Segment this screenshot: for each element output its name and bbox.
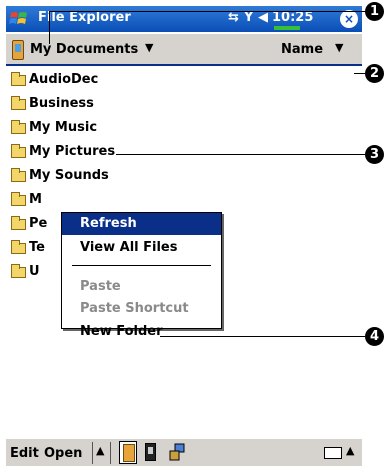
menu-item-label: View All Files	[80, 240, 178, 255]
folder-name: Business	[29, 96, 94, 111]
folder-name: M	[29, 192, 42, 207]
menu-item-label: Paste	[80, 279, 121, 294]
battery-icon	[274, 26, 300, 30]
callout-badge-2: 2	[365, 64, 384, 83]
menu-divider	[72, 265, 211, 266]
device-icon	[12, 40, 24, 60]
list-item[interactable]: My Music	[6, 116, 346, 140]
keyboard-icon[interactable]	[324, 447, 342, 459]
folder-icon	[11, 216, 26, 230]
folder-icon	[11, 120, 26, 134]
callout-badge-4: 4	[365, 327, 384, 346]
chevron-down-icon: ▼	[335, 41, 344, 54]
menu-item-new-folder[interactable]: New Folder	[62, 321, 221, 343]
menu-item-label: Refresh	[80, 216, 137, 231]
chevron-up-icon[interactable]: ▲	[96, 444, 104, 457]
title-bar: File Explorer ⇆ Y ◀ 10:25 ×	[6, 6, 362, 32]
windows-start-icon[interactable]	[8, 8, 30, 30]
callout-line	[354, 73, 365, 74]
clock[interactable]: 10:25	[272, 10, 313, 25]
folder-icon	[11, 240, 26, 254]
chevron-up-icon[interactable]: ▲	[346, 444, 354, 457]
callout-line	[49, 11, 365, 12]
menu-item-paste: Paste	[62, 276, 221, 298]
callout-badge-3: 3	[365, 145, 384, 164]
folder-name: Pe	[29, 216, 48, 231]
menu-bar: Edit Open ▲ ▲	[6, 438, 362, 466]
menu-item-paste-shortcut: Paste Shortcut	[62, 298, 221, 320]
storage-card-icon[interactable]	[145, 443, 156, 461]
app-title: File Explorer	[38, 10, 131, 25]
menu-item-view-all-files[interactable]: View All Files	[62, 237, 221, 259]
folder-header: My Documents ▼ Name ▼	[6, 34, 362, 66]
list-item[interactable]: Business	[6, 92, 346, 116]
list-item[interactable]: M	[6, 188, 346, 212]
folder-icon	[11, 192, 26, 206]
edit-menu-button[interactable]: Edit	[10, 446, 39, 461]
chevron-down-icon: ▼	[145, 41, 154, 54]
my-device-icon[interactable]	[119, 441, 137, 464]
context-menu: Refresh View All Files Paste Paste Short…	[61, 212, 222, 339]
callout-line	[116, 154, 365, 155]
menu-item-label: Paste Shortcut	[80, 301, 189, 316]
close-button[interactable]: ×	[340, 10, 358, 28]
current-folder-label: My Documents	[30, 42, 139, 57]
sort-dropdown[interactable]: Name	[281, 42, 323, 57]
folder-icon	[11, 144, 26, 158]
folder-name: Te	[29, 240, 45, 255]
folder-icon	[11, 96, 26, 110]
folder-icon	[11, 264, 26, 278]
folder-name: U	[29, 264, 40, 279]
menu-divider	[110, 442, 111, 464]
open-menu-button[interactable]: Open	[44, 446, 82, 461]
folder-icon	[11, 168, 26, 182]
list-item[interactable]: AudioDec	[6, 68, 346, 92]
callout-badge-1: 1	[365, 2, 384, 21]
callout-line	[49, 11, 50, 44]
menu-item-label: New Folder	[80, 324, 163, 339]
folder-icon	[11, 72, 26, 86]
signal-icon[interactable]: Y	[244, 10, 253, 25]
folder-name: My Music	[29, 120, 98, 135]
folder-name: My Pictures	[29, 144, 116, 159]
pocketpc-screen: File Explorer ⇆ Y ◀ 10:25 × My Documents…	[6, 6, 362, 466]
connectivity-icon[interactable]: ⇆	[228, 10, 239, 25]
list-item[interactable]: My Sounds	[6, 164, 346, 188]
network-icon[interactable]	[169, 443, 185, 461]
volume-icon[interactable]: ◀	[258, 10, 268, 25]
folder-name: My Sounds	[29, 168, 109, 183]
callout-line	[160, 336, 365, 337]
menu-item-refresh[interactable]: Refresh	[62, 213, 221, 235]
folder-name: AudioDec	[29, 72, 99, 87]
menu-divider	[92, 442, 93, 464]
list-item[interactable]: My Pictures	[6, 140, 346, 164]
